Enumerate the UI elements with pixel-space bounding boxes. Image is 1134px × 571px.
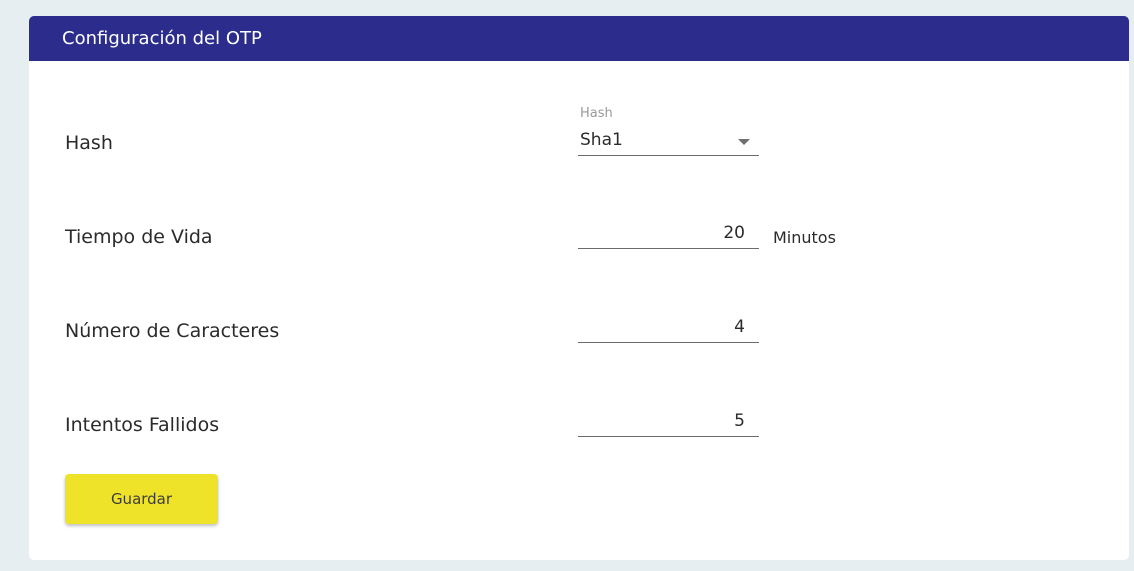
attempts-label: Intentos Fallidos (65, 414, 220, 436)
attempts-input[interactable]: 5 (578, 408, 759, 437)
hash-floating-label: Hash (580, 106, 613, 121)
chars-input-value: 4 (734, 317, 745, 337)
lifetime-label: Tiempo de Vida (65, 226, 213, 248)
card-title: Configuración del OTP (62, 28, 262, 49)
chevron-down-icon[interactable] (738, 139, 750, 145)
otp-config-card: Configuración del OTP Hash Hash Sha1 Tie… (29, 16, 1129, 560)
card-header: Configuración del OTP (29, 16, 1129, 61)
chars-input[interactable]: 4 (578, 314, 759, 343)
lifetime-input-value: 20 (723, 223, 745, 243)
lifetime-input[interactable]: 20 (578, 220, 759, 249)
chars-label: Número de Caracteres (65, 320, 280, 342)
attempts-input-value: 5 (734, 411, 745, 431)
hash-select[interactable]: Hash Sha1 (578, 106, 759, 156)
lifetime-unit: Minutos (773, 228, 836, 247)
hash-select-value: Sha1 (580, 130, 623, 150)
save-button[interactable]: Guardar (65, 474, 218, 524)
hash-label: Hash (65, 132, 113, 154)
